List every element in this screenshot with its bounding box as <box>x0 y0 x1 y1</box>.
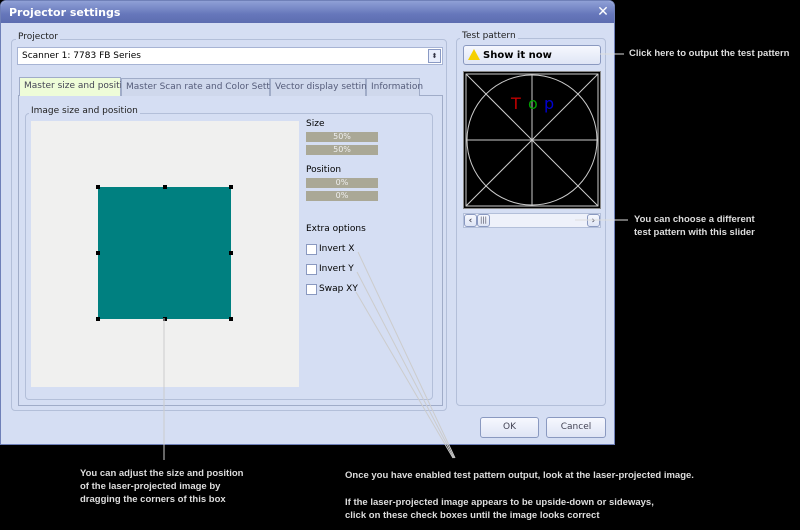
annotation-checks-4: click on these check boxes until the ima… <box>345 510 600 521</box>
annotation-box-1: You can adjust the size and position <box>80 468 244 479</box>
annotation-checks-1: Once you have enabled test pattern outpu… <box>345 470 694 481</box>
annotation-slider-2: test pattern with this slider <box>634 227 755 238</box>
annotation-lines <box>163 53 628 460</box>
annotation-line-invert-y <box>356 271 455 459</box>
annotation-box-2: of the laser-projected image by <box>80 481 221 492</box>
annotation-line-invert-x <box>357 251 456 459</box>
annotation-box-3: dragging the corners of this box <box>80 494 226 505</box>
annotation-slider-1: You can choose a different <box>634 214 755 225</box>
annotation-show: Click here to output the test pattern <box>629 48 790 59</box>
annotation-checks-3: If the laser-projected image appears to … <box>345 497 654 508</box>
annotation-line-swap-xy <box>355 291 454 459</box>
